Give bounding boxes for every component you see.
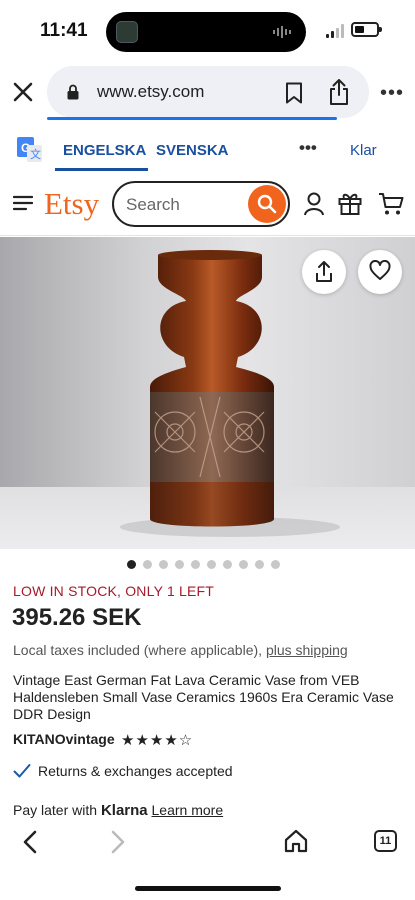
more-icon[interactable]: ••• <box>380 82 404 105</box>
user-icon[interactable] <box>303 192 325 216</box>
stock-notice: LOW IN STOCK, ONLY 1 LEFT <box>13 583 215 599</box>
product-price: 395.26 SEK <box>12 604 142 631</box>
share-icon[interactable] <box>327 78 351 106</box>
url-field[interactable]: www.etsy.com <box>47 66 369 120</box>
product-image[interactable] <box>0 237 415 549</box>
carousel-dot[interactable] <box>143 560 152 569</box>
vase-photo <box>120 250 340 537</box>
carousel-dot[interactable] <box>223 560 232 569</box>
klarna-logo: Klarna <box>100 802 148 819</box>
gift-icon[interactable] <box>338 191 362 215</box>
etsy-logo[interactable]: Etsy <box>44 186 99 222</box>
tab-language-swedish[interactable]: SVENSKA <box>156 142 229 159</box>
browser-address-bar: www.etsy.com ••• <box>0 64 415 120</box>
product-title: Vintage East German Fat Lava Ceramic Vas… <box>13 672 394 722</box>
browser-toolbar: 11 <box>0 820 415 900</box>
returns-text: Returns & exchanges accepted <box>38 763 233 779</box>
image-carousel-dots[interactable] <box>127 560 280 570</box>
battery-level <box>355 26 364 33</box>
pay-later-row: Pay later with Klarna Learn more <box>13 802 223 819</box>
battery-icon <box>351 22 382 37</box>
active-language-indicator <box>55 168 148 171</box>
dynamic-island <box>106 12 306 52</box>
returns-info: Returns & exchanges accepted <box>13 762 273 782</box>
tax-info: Local taxes included (where applicable),… <box>13 642 348 658</box>
bookmark-icon[interactable] <box>285 82 303 104</box>
back-icon[interactable] <box>20 830 40 854</box>
check-icon <box>13 764 31 778</box>
tabs-button[interactable]: 11 <box>374 830 397 852</box>
search-button[interactable] <box>248 185 286 223</box>
shipping-link[interactable]: plus shipping <box>266 642 348 658</box>
carousel-dot[interactable] <box>191 560 200 569</box>
carousel-dot[interactable] <box>127 560 136 569</box>
rating-stars[interactable]: ★★★★☆ <box>121 731 193 749</box>
app-thumbnail-icon <box>116 21 138 43</box>
audio-wave-icon <box>273 26 291 38</box>
share-icon <box>316 261 332 282</box>
home-icon[interactable] <box>284 829 308 853</box>
heart-icon <box>369 260 391 280</box>
translate-more-button[interactable]: ••• <box>299 138 317 158</box>
translate-done-button[interactable]: Klar <box>350 142 377 159</box>
forward-icon[interactable] <box>108 830 128 854</box>
status-bar: 11:41 <box>0 0 415 60</box>
page-load-progress <box>47 117 337 120</box>
carousel-dot[interactable] <box>255 560 264 569</box>
menu-icon[interactable] <box>13 195 33 211</box>
translate-bar: G 文 ENGELSKA SVENSKA ••• Klar <box>0 128 415 172</box>
pay-later-text: Pay later with <box>13 802 101 818</box>
carousel-dot[interactable] <box>207 560 216 569</box>
search-input[interactable]: Search <box>112 181 290 227</box>
cart-icon[interactable] <box>378 192 404 216</box>
learn-more-link[interactable]: Learn more <box>152 802 224 818</box>
cellular-signal-icon <box>326 24 344 38</box>
search-placeholder: Search <box>126 195 180 214</box>
search-icon <box>257 194 277 214</box>
tab-language-english[interactable]: ENGELSKA <box>63 142 146 159</box>
share-listing-button[interactable] <box>302 250 346 294</box>
carousel-dot[interactable] <box>271 560 280 569</box>
google-translate-icon[interactable]: G 文 <box>17 137 43 163</box>
carousel-dot[interactable] <box>239 560 248 569</box>
status-time: 11:41 <box>40 20 88 41</box>
svg-text:文: 文 <box>30 147 41 161</box>
lock-icon <box>67 84 79 100</box>
tax-text: Local taxes included (where applicable), <box>13 642 266 658</box>
home-indicator[interactable] <box>135 886 281 891</box>
seller-name[interactable]: KITANOvintage <box>13 731 115 747</box>
favorite-button[interactable] <box>358 250 402 294</box>
close-icon[interactable] <box>10 79 36 105</box>
url-text: www.etsy.com <box>97 82 205 101</box>
etsy-header: Etsy Search <box>0 172 415 236</box>
carousel-dot[interactable] <box>159 560 168 569</box>
carousel-dot[interactable] <box>175 560 184 569</box>
